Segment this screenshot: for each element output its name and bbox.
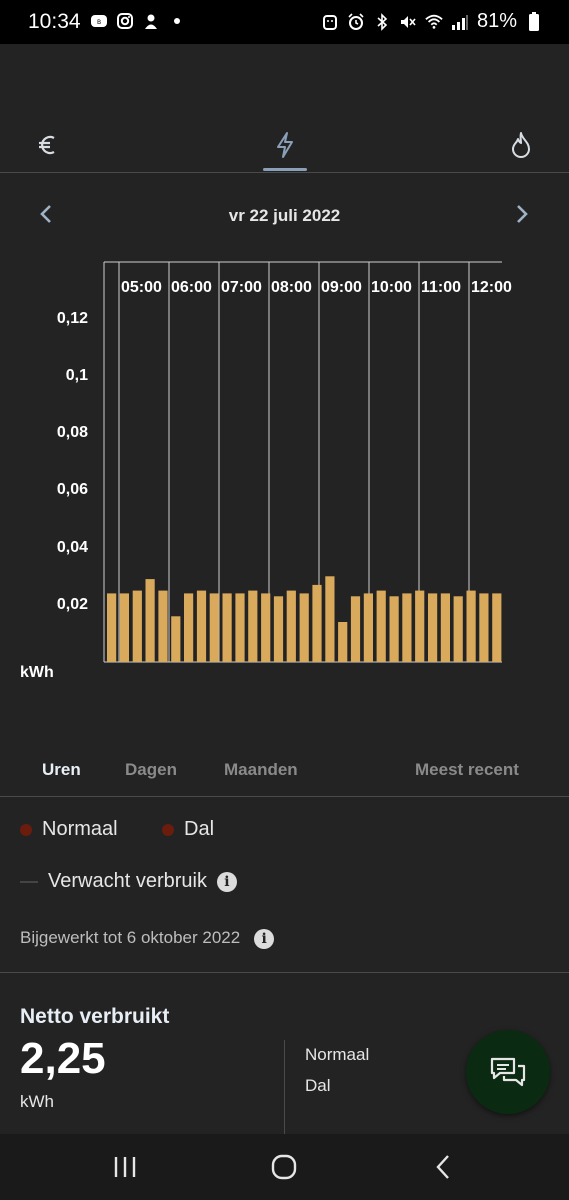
chart-bar[interactable]	[184, 593, 194, 662]
x-tick-label: 05:00	[121, 279, 162, 296]
rcs-icon: B	[90, 12, 108, 30]
alarm-icon	[347, 12, 365, 31]
chart-bar[interactable]	[196, 590, 207, 662]
expected-line-swatch	[20, 880, 38, 883]
legend-row: Normaal Dal	[20, 818, 214, 841]
chart-bar[interactable]	[440, 593, 450, 662]
lightning-icon[interactable]	[270, 130, 300, 160]
netto-value: 2,25	[20, 1034, 106, 1083]
chart-bar[interactable]	[222, 593, 232, 662]
status-time: 10:34	[28, 10, 81, 33]
flame-icon[interactable]	[506, 130, 536, 160]
chart-bar[interactable]	[350, 596, 361, 662]
updated-row: Bijgewerkt tot 6 oktober 2022 i	[20, 928, 275, 949]
usage-chart: 0,12 0,1 0,08 0,06 0,04 0,02 05:00 06:00 0…	[0, 250, 569, 690]
x-tick-label: 09:00	[321, 279, 362, 296]
date-title: vr 22 juli 2022	[228, 206, 341, 225]
dot-icon	[168, 12, 186, 30]
x-tick-label: 07:00	[221, 279, 262, 296]
most-recent-button[interactable]: Meest recent	[415, 760, 519, 780]
mute-icon	[399, 13, 417, 31]
bluetooth-icon	[373, 12, 391, 31]
normaal-label: Normaal	[305, 1045, 370, 1064]
chart-bar[interactable]	[209, 593, 219, 662]
chart-bar[interactable]	[492, 593, 502, 662]
instagram-icon	[116, 12, 134, 30]
chart-bar[interactable]	[312, 584, 322, 662]
info-icon[interactable]: i	[216, 871, 237, 892]
euro-icon[interactable]	[33, 130, 63, 160]
status-bar: 10:34 B 81%	[0, 0, 569, 44]
period-hours-tab[interactable]: Uren	[42, 760, 81, 780]
chart-bar[interactable]	[479, 593, 489, 662]
period-months-tab[interactable]: Maanden	[224, 760, 298, 780]
period-selector: Uren Dagen Maanden Meest recent	[0, 750, 569, 797]
legend-expected-row: Verwacht verbruik i	[20, 870, 237, 893]
netto-title: Netto verbruikt	[20, 1005, 170, 1028]
chart-bar[interactable]	[402, 593, 412, 662]
chart-bar[interactable]	[145, 579, 155, 662]
signal-icon	[451, 13, 469, 31]
android-icon	[321, 13, 339, 31]
legend-normaal: Normaal	[42, 818, 118, 840]
chart-bar[interactable]	[466, 590, 476, 662]
active-tab-indicator	[263, 168, 307, 171]
chart-bar[interactable]	[248, 590, 258, 662]
system-navigation-bar	[0, 1134, 569, 1200]
legend-dal: Dal	[184, 818, 215, 840]
chart-bar[interactable]	[376, 590, 386, 662]
chat-icon	[490, 1057, 526, 1087]
back-button[interactable]	[428, 1152, 458, 1182]
chart-bar[interactable]	[132, 590, 142, 662]
chart-bar[interactable]	[235, 593, 245, 662]
chart-bar[interactable]	[338, 622, 348, 662]
normaal-dot	[20, 823, 32, 836]
info-icon[interactable]: i	[254, 928, 275, 949]
chart-bar[interactable]	[363, 593, 373, 662]
chart-bar[interactable]	[107, 593, 117, 662]
chart-bar[interactable]	[286, 590, 296, 662]
chart-bar[interactable]	[325, 576, 335, 662]
chart-bar[interactable]	[158, 590, 168, 662]
svg-text:B: B	[97, 19, 101, 26]
chat-button[interactable]	[466, 1030, 550, 1114]
netto-unit: kWh	[20, 1092, 54, 1111]
legend-expected: Verwacht verbruik	[48, 870, 207, 892]
chart-bar[interactable]	[261, 593, 271, 662]
chart-bar[interactable]	[453, 596, 463, 662]
updated-text: Bijgewerkt tot 6 oktober 2022	[20, 928, 241, 947]
energy-type-tabs	[0, 120, 569, 173]
divider	[0, 972, 569, 973]
next-day-button[interactable]	[510, 202, 534, 226]
y-axis-unit: kWh	[20, 664, 54, 681]
period-days-tab[interactable]: Dagen	[125, 760, 177, 780]
home-button[interactable]	[269, 1152, 299, 1182]
wifi-icon	[425, 13, 443, 31]
x-tick-label: 12:00	[471, 279, 512, 296]
x-tick-label: 11:00	[421, 279, 461, 296]
chart-plot: 05:00 06:00 07:00 08:00 09:00 10:00 11:00 12:00	[103, 261, 512, 663]
x-tick-label: 06:00	[171, 279, 212, 296]
chart-bar[interactable]	[171, 616, 181, 662]
chart-bar[interactable]	[428, 593, 438, 662]
x-tick-label: 10:00	[371, 279, 412, 296]
battery-icon	[525, 11, 543, 31]
mascot-icon	[142, 12, 160, 30]
chart-bar[interactable]	[299, 593, 309, 662]
dal-dot	[162, 823, 175, 836]
dal-label: Dal	[305, 1076, 331, 1095]
chart-bar[interactable]	[389, 596, 399, 662]
battery-percentage: 81%	[476, 10, 517, 32]
recent-apps-button[interactable]	[110, 1152, 140, 1182]
x-tick-label: 08:00	[271, 279, 312, 296]
chart-bar[interactable]	[119, 593, 129, 662]
vertical-divider	[284, 1040, 285, 1134]
chart-bar[interactable]	[273, 596, 284, 662]
date-navigation: vr 22 juli 2022	[0, 196, 569, 236]
chart-bar[interactable]	[415, 590, 425, 662]
